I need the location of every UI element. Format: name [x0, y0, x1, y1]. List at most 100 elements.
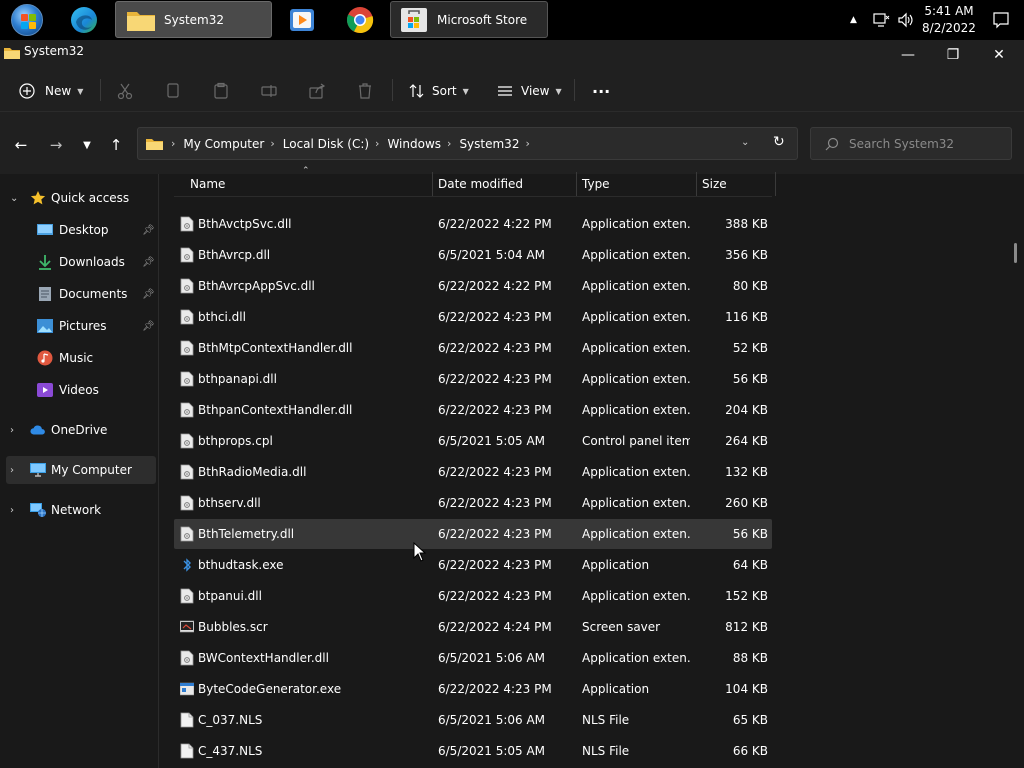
file-row[interactable]: bthudtask.exe 6/22/2022 4:23 PM Applicatio… [174, 550, 772, 580]
column-header-name[interactable]: Name [190, 172, 430, 196]
address-bar[interactable]: › My Computer › Local Disk (C:) › Window… [137, 127, 798, 160]
breadcrumb-system32[interactable]: System32 [459, 137, 519, 151]
forward-button[interactable]: → [43, 132, 69, 158]
file-row[interactable]: btpanui.dll 6/22/2022 4:23 PM Application … [174, 581, 772, 611]
videos-icon [37, 382, 53, 398]
file-row[interactable]: C_437.NLS 6/5/2021 5:05 AM NLS File 66 KB [174, 736, 772, 766]
back-button[interactable]: ← [8, 132, 34, 158]
up-button[interactable]: ↑ [103, 132, 129, 158]
vertical-scrollbar[interactable] [1014, 243, 1017, 263]
more-options-button[interactable]: ··· [592, 77, 610, 105]
share-button[interactable] [308, 77, 326, 105]
file-name: BthpanContextHandler.dll [198, 403, 353, 417]
file-row[interactable]: bthci.dll 6/22/2022 4:23 PM Application ex… [174, 302, 772, 332]
file-date: 6/22/2022 4:23 PM [438, 496, 552, 510]
column-header-size[interactable]: Size [702, 172, 774, 196]
file-size: 80 KB [732, 279, 768, 293]
chevron-right-icon: › [10, 424, 14, 436]
download-arrow-icon [37, 254, 53, 270]
file-row[interactable]: BthAvrcp.dll 6/5/2021 5:04 AM Application … [174, 240, 772, 270]
breadcrumb-windows[interactable]: Windows [387, 137, 441, 151]
nav-desktop[interactable]: Desktop 📌︎ [6, 216, 156, 244]
nav-documents[interactable]: Documents 📌︎ [6, 280, 156, 308]
file-row[interactable]: ByteCodeGenerator.exe 6/22/2022 4:23 PM Ap… [174, 674, 772, 704]
nav-onedrive-label: OneDrive [51, 423, 108, 437]
file-row[interactable]: C_037.NLS 6/5/2021 5:06 AM NLS File 65 KB [174, 705, 772, 735]
search-input[interactable] [849, 134, 999, 154]
file-type: Application exten... [582, 403, 690, 417]
file-type: Application exten... [582, 310, 690, 324]
file-row[interactable]: BthpanContextHandler.dll 6/22/2022 4:23 P… [174, 395, 772, 425]
file-row[interactable]: BthAvrcpAppSvc.dll 6/22/2022 4:22 PM Appli… [174, 271, 772, 301]
view-button[interactable]: View ▼ [496, 77, 562, 105]
taskbar: System32 Microsoft Store ▲ 5:41 AM 8/2/2… [0, 0, 1024, 40]
column-header-date[interactable]: Date modified [438, 172, 574, 196]
column-separator[interactable] [696, 172, 697, 196]
tray-network-button[interactable] [872, 0, 890, 40]
file-name: BthTelemetry.dll [198, 527, 295, 541]
pictures-icon [37, 318, 53, 334]
nav-quick-access[interactable]: ⌄ Quick access [6, 184, 156, 212]
taskbar-media-player[interactable] [282, 2, 322, 38]
nav-my-computer[interactable]: › My Computer [6, 456, 156, 484]
nav-desktop-label: Desktop [59, 223, 109, 237]
file-row[interactable]: BWContextHandler.dll 6/5/2021 5:06 AM Appl… [174, 643, 772, 673]
file-type: Application exten... [582, 651, 690, 665]
close-button[interactable]: ✕ [976, 40, 1022, 70]
notifications-button[interactable] [992, 0, 1010, 40]
clipboard-icon [214, 82, 228, 99]
file-size: 264 KB [725, 434, 768, 448]
new-button[interactable]: New ▼ [18, 77, 83, 105]
taskbar-chrome[interactable] [340, 2, 380, 38]
copy-button[interactable] [164, 77, 182, 105]
breadcrumb-local-disk[interactable]: Local Disk (C:) [283, 137, 369, 151]
file-row[interactable]: bthprops.cpl 6/5/2021 5:05 AM Control pane… [174, 426, 772, 456]
cut-button[interactable] [116, 77, 134, 105]
taskbar-explorer[interactable]: System32 [115, 1, 272, 38]
chevron-right-icon: › [375, 137, 380, 150]
nav-onedrive[interactable]: › OneDrive [6, 416, 156, 444]
dll-file-icon [180, 402, 194, 418]
refresh-button[interactable]: ↻ [773, 134, 785, 150]
nav-videos[interactable]: Videos [6, 376, 156, 404]
file-row[interactable]: bthserv.dll 6/22/2022 4:23 PM Application … [174, 488, 772, 518]
nav-music[interactable]: Music [6, 344, 156, 372]
file-row[interactable]: BthRadioMedia.dll 6/22/2022 4:23 PM Applic… [174, 457, 772, 487]
arrow-right-icon: → [49, 136, 63, 154]
column-separator[interactable] [432, 172, 433, 196]
file-row[interactable]: BthTelemetry.dll 6/22/2022 4:23 PM Applica… [174, 519, 772, 549]
file-date: 6/22/2022 4:22 PM [438, 279, 552, 293]
nav-network[interactable]: › Network [6, 496, 156, 524]
column-separator[interactable] [576, 172, 577, 196]
file-row[interactable]: bthpanapi.dll 6/22/2022 4:23 PM Applicatio… [174, 364, 772, 394]
bluetooth-icon [180, 557, 194, 573]
chrome-icon [346, 7, 374, 34]
recent-locations-button[interactable]: ▼ [74, 132, 100, 158]
store-icon [401, 7, 427, 32]
breadcrumb-my-computer[interactable]: My Computer [183, 137, 264, 151]
column-separator[interactable] [775, 172, 776, 196]
minimize-button[interactable]: — [885, 40, 931, 70]
file-name: BWContextHandler.dll [198, 651, 329, 665]
sort-button[interactable]: Sort ▼ [408, 77, 469, 105]
nav-pictures-label: Pictures [59, 319, 107, 333]
taskbar-clock[interactable]: 5:41 AM 8/2/2022 [912, 3, 986, 37]
delete-button[interactable] [356, 77, 374, 105]
column-header-type[interactable]: Type [582, 172, 694, 196]
start-button[interactable] [8, 2, 46, 38]
address-history-dropdown[interactable]: ⌄ [741, 137, 749, 148]
taskbar-microsoft-store[interactable]: Microsoft Store [390, 1, 548, 38]
paste-button[interactable] [212, 77, 230, 105]
rename-button[interactable] [260, 77, 278, 105]
nav-downloads[interactable]: Downloads 📌︎ [6, 248, 156, 276]
chevron-down-icon: ▼ [555, 86, 562, 96]
file-row[interactable]: BthAvctpSvc.dll 6/22/2022 4:22 PM Applicat… [174, 209, 772, 239]
file-row[interactable]: Bubbles.scr 6/22/2022 4:24 PM Screen saver… [174, 612, 772, 642]
tray-overflow-button[interactable]: ▲ [850, 0, 857, 40]
file-date: 6/22/2022 4:23 PM [438, 372, 552, 386]
taskbar-edge[interactable] [64, 2, 104, 38]
nav-pictures[interactable]: Pictures 📌︎ [6, 312, 156, 340]
file-row[interactable]: BthMtpContextHandler.dll 6/22/2022 4:23 P… [174, 333, 772, 363]
music-icon [37, 350, 53, 366]
maximize-button[interactable]: ❐ [930, 40, 976, 70]
